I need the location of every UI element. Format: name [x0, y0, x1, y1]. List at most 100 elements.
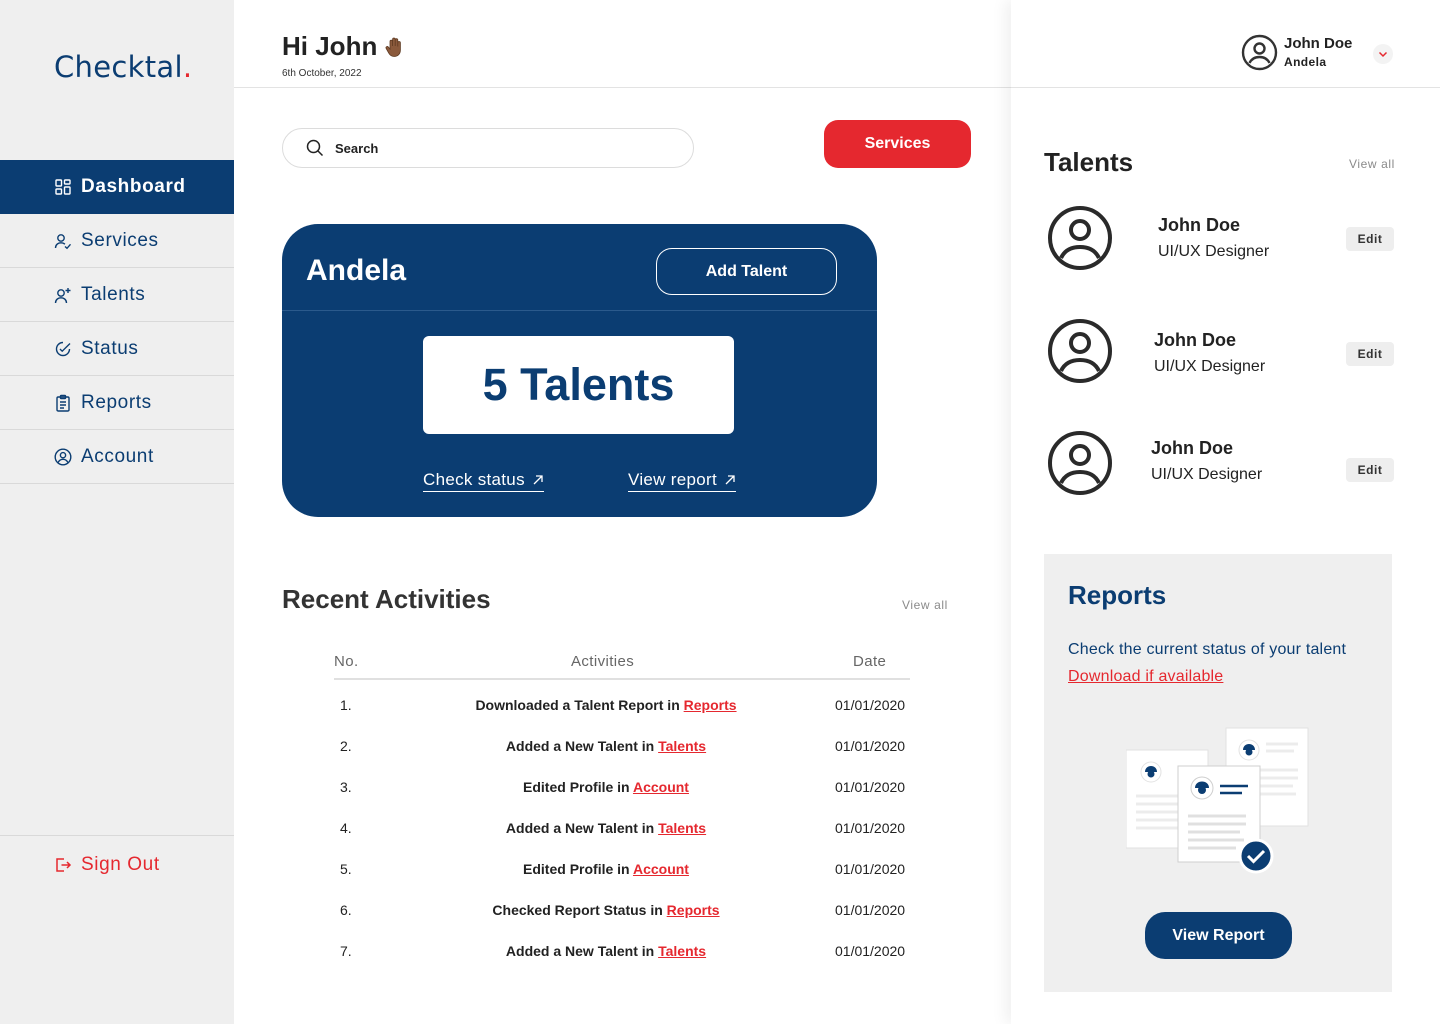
sidebar-item-account[interactable]: Account [0, 430, 234, 484]
activity-text: Added a New Talent in [505, 738, 659, 754]
column-header-no: No. [334, 653, 359, 670]
table-row: 6. Checked Report Status in Reports 01/01/… [334, 885, 910, 926]
table-row: 2. Added a New Talent in Talents 01/01/202… [334, 721, 910, 762]
company-name: Andela [306, 254, 407, 287]
main-content: Hi John 6th October, 2022 Services Andel… [234, 0, 1011, 1024]
talents-title: Talents [1044, 147, 1134, 177]
table-row: 3. Edited Profile in Account 01/01/2020 [334, 762, 910, 803]
talent-count: 5 Talents [423, 336, 734, 434]
talent-name: John Doe [1151, 438, 1234, 458]
row-activity: Checked Report Status in Reports [430, 902, 782, 918]
activity-link[interactable]: Talents [658, 943, 706, 959]
edit-talent-button[interactable]: Edit [1346, 458, 1394, 482]
talent-item[interactable]: John Doe UI/UX Designer Edit [1044, 205, 1404, 275]
user-menu-toggle[interactable] [1373, 44, 1393, 64]
reports-card: Reports Check the current status of your… [1044, 554, 1392, 992]
table-row: 1. Downloaded a Talent Report in Reports 0… [334, 680, 910, 721]
talent-item[interactable]: John Doe UI/UX Designer Edit [1044, 430, 1404, 500]
activity-text: Edited Profile in [523, 779, 633, 795]
activity-link[interactable]: Account [633, 861, 689, 877]
sign-out-icon [54, 856, 72, 874]
sidebar-item-status[interactable]: Status [0, 322, 234, 376]
talent-item[interactable]: John Doe UI/UX Designer Edit [1044, 318, 1404, 388]
sidebar-item-label: Services [81, 229, 159, 251]
sidebar-item-label: Reports [81, 391, 152, 413]
sidebar-item-label: Account [81, 445, 154, 467]
chevron-down-icon [1378, 49, 1388, 59]
sidebar: Checktal. Dashboard Services Talents Sta… [0, 0, 234, 1024]
activity-link[interactable]: Talents [658, 820, 706, 836]
view-report-link[interactable]: View report [628, 470, 736, 492]
external-arrow-icon [532, 474, 544, 486]
sidebar-item-dashboard[interactable]: Dashboard [0, 160, 234, 214]
table-row: 4. Added a New Talent in Talents 01/01/202… [334, 803, 910, 844]
activity-link[interactable]: Account [633, 779, 689, 795]
row-number: 1. [340, 697, 352, 713]
sidebar-item-talents[interactable]: Talents [0, 268, 234, 322]
row-activity: Edited Profile in Account [430, 861, 782, 877]
row-date: 01/01/2020 [835, 861, 906, 877]
activity-text: Edited Profile in [523, 861, 633, 877]
activity-text: Added a New Talent in [505, 820, 659, 836]
right-panel: John Doe Andela Talents View all John Do… [1011, 0, 1440, 1024]
talent-avatar-icon [1047, 430, 1113, 496]
edit-talent-button[interactable]: Edit [1346, 227, 1394, 251]
row-activity: Edited Profile in Account [430, 779, 782, 795]
search-input[interactable] [335, 140, 675, 156]
row-number: 3. [340, 779, 352, 795]
download-link[interactable]: Download if available [1068, 668, 1223, 686]
talent-avatar-icon [1047, 205, 1113, 271]
row-number: 4. [340, 820, 352, 836]
brand-logo[interactable]: Checktal. [54, 50, 192, 84]
table-body: 1. Downloaded a Talent Report in Reports 0… [334, 680, 910, 967]
talent-role: UI/UX Designer [1151, 466, 1263, 483]
row-date: 01/01/2020 [835, 820, 906, 836]
user-organization: Andela [1284, 55, 1327, 69]
services-button[interactable]: Services [824, 120, 971, 168]
brand-dot: . [182, 50, 193, 84]
column-header-date: Date [853, 653, 887, 670]
current-date: 6th October, 2022 [282, 68, 362, 79]
add-talent-button[interactable]: Add Talent [656, 248, 837, 295]
card-divider [282, 310, 877, 311]
activity-text: Checked Report Status in [492, 902, 667, 918]
view-report-button[interactable]: View Report [1145, 912, 1292, 959]
row-date: 01/01/2020 [835, 943, 906, 959]
reports-illustration [1125, 724, 1316, 884]
row-date: 01/01/2020 [835, 902, 906, 918]
edit-talent-button[interactable]: Edit [1346, 342, 1394, 366]
search-bar[interactable] [282, 128, 694, 168]
row-number: 2. [340, 738, 352, 754]
sidebar-item-services[interactable]: Services [0, 214, 234, 268]
activities-view-all-link[interactable]: View all [902, 598, 948, 612]
row-activity: Added a New Talent in Talents [430, 820, 782, 836]
table-row: 7. Added a New Talent in Talents 01/01/202… [334, 926, 910, 967]
sign-out-label: Sign Out [81, 853, 160, 875]
activity-link[interactable]: Reports [667, 902, 720, 918]
talent-name: John Doe [1158, 215, 1241, 235]
user-avatar-icon[interactable] [1241, 34, 1278, 71]
sidebar-nav: Dashboard Services Talents Status Report… [0, 160, 234, 484]
greeting-text: Hi John [282, 31, 378, 61]
company-card: Andela Add Talent 5 Talents Check status… [282, 224, 877, 517]
activity-text: Added a New Talent in [505, 943, 659, 959]
row-date: 01/01/2020 [835, 697, 906, 713]
row-number: 5. [340, 861, 352, 877]
check-status-link[interactable]: Check status [423, 470, 544, 492]
talent-role: UI/UX Designer [1154, 358, 1266, 375]
sidebar-item-label: Talents [81, 283, 146, 305]
row-number: 6. [340, 902, 352, 918]
reports-title: Reports [1068, 580, 1167, 610]
activities-table: No. Activities Date 1. Downloaded a Talen… [334, 650, 910, 967]
talent-name: John Doe [1154, 330, 1237, 350]
activity-text: Downloaded a Talent Report in [475, 697, 684, 713]
account-icon [54, 447, 72, 466]
sidebar-item-reports[interactable]: Reports [0, 376, 234, 430]
talents-view-all-link[interactable]: View all [1349, 157, 1395, 171]
activity-link[interactable]: Talents [658, 738, 706, 754]
sign-out-button[interactable]: Sign Out [0, 835, 234, 893]
talent-avatar-icon [1047, 318, 1113, 384]
check-status-label: Check status [423, 470, 525, 489]
waving-hand-icon [383, 35, 407, 59]
activity-link[interactable]: Reports [684, 697, 737, 713]
